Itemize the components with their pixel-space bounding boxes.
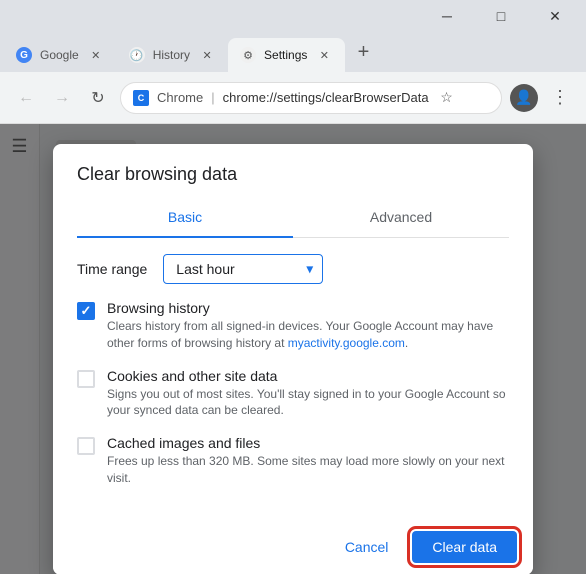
url-path: chrome://settings/clearBrowserData — [223, 90, 429, 105]
tab-history-label: History — [153, 48, 190, 62]
cookies-checkbox-wrapper — [77, 370, 95, 388]
cookies-title: Cookies and other site data — [107, 368, 509, 384]
url-brand: Chrome — [157, 90, 203, 105]
new-tab-button[interactable]: + — [349, 38, 377, 66]
title-bar: ─ □ ✕ — [0, 0, 586, 32]
minimize-button[interactable]: ─ — [424, 0, 470, 32]
forward-button[interactable]: → — [48, 84, 76, 112]
time-range-select-wrapper: Last hour Last 24 hours Last 7 days Last… — [163, 254, 323, 284]
dialog-body: Time range Last hour Last 24 hours Last … — [53, 238, 533, 519]
tab-google[interactable]: G Google ✕ — [4, 38, 117, 72]
back-button[interactable]: ← — [12, 84, 40, 112]
history-favicon: 🕐 — [129, 47, 145, 63]
url-bar[interactable]: C Chrome | chrome://settings/clearBrowse… — [120, 82, 502, 114]
myactivity-link[interactable]: myactivity.google.com — [288, 336, 405, 350]
tab-settings[interactable]: ⚙ Settings ✕ — [228, 38, 345, 72]
cookies-checkbox[interactable] — [77, 370, 95, 388]
google-favicon: G — [16, 47, 32, 63]
url-favicon: C — [133, 90, 149, 106]
cached-checkbox[interactable] — [77, 437, 95, 455]
dialog-header: Clear browsing data Basic Advanced — [53, 144, 533, 238]
chrome-menu-button[interactable]: ⋮ — [546, 84, 574, 112]
tab-history[interactable]: 🕐 History ✕ — [117, 38, 228, 72]
dialog-tabs: Basic Advanced — [77, 197, 509, 238]
cached-title: Cached images and files — [107, 435, 509, 451]
option-browsing-history: Browsing history Clears history from all… — [77, 300, 509, 352]
page-content: ☰ Clear browsing data Basic Advanced Tim… — [0, 124, 586, 574]
tab-google-close[interactable]: ✕ — [87, 46, 105, 64]
dialog-title: Clear browsing data — [77, 164, 509, 185]
clear-data-button[interactable]: Clear data — [412, 531, 517, 563]
cached-checkbox-wrapper — [77, 437, 95, 455]
tab-history-close[interactable]: ✕ — [198, 46, 216, 64]
tab-bar: G Google ✕ 🕐 History ✕ ⚙ Settings ✕ + — [0, 32, 586, 72]
url-separator: | — [211, 90, 214, 105]
tab-settings-close[interactable]: ✕ — [315, 46, 333, 64]
close-button[interactable]: ✕ — [532, 0, 578, 32]
settings-favicon: ⚙ — [240, 47, 256, 63]
profile-button[interactable]: 👤 — [510, 84, 538, 112]
cached-text: Cached images and files Frees up less th… — [107, 435, 509, 487]
refresh-button[interactable]: ↻ — [84, 84, 112, 112]
cookies-desc: Signs you out of most sites. You'll stay… — [107, 386, 509, 420]
cookies-text: Cookies and other site data Signs you ou… — [107, 368, 509, 420]
tab-basic[interactable]: Basic — [77, 197, 293, 237]
time-range-label: Time range — [77, 261, 147, 277]
browsing-history-title: Browsing history — [107, 300, 509, 316]
time-range-row: Time range Last hour Last 24 hours Last … — [77, 254, 509, 284]
browsing-history-desc: Clears history from all signed-in device… — [107, 318, 509, 352]
browsing-history-checkbox[interactable] — [77, 302, 95, 320]
modal-overlay: Clear browsing data Basic Advanced Time … — [0, 124, 586, 574]
option-cached: Cached images and files Frees up less th… — [77, 435, 509, 487]
cancel-button[interactable]: Cancel — [329, 531, 405, 563]
tab-advanced[interactable]: Advanced — [293, 197, 509, 237]
time-range-select[interactable]: Last hour Last 24 hours Last 7 days Last… — [163, 254, 323, 284]
option-cookies: Cookies and other site data Signs you ou… — [77, 368, 509, 420]
maximize-button[interactable]: □ — [478, 0, 524, 32]
bookmark-icon[interactable]: ☆ — [437, 88, 457, 108]
browsing-history-checkbox-wrapper — [77, 302, 95, 320]
cached-desc: Frees up less than 320 MB. Some sites ma… — [107, 453, 509, 487]
tab-google-label: Google — [40, 48, 79, 62]
dialog-footer: Cancel Clear data — [53, 519, 533, 574]
clear-browsing-dialog: Clear browsing data Basic Advanced Time … — [53, 144, 533, 574]
browsing-history-text: Browsing history Clears history from all… — [107, 300, 509, 352]
tab-settings-label: Settings — [264, 48, 307, 62]
address-bar: ← → ↻ C Chrome | chrome://settings/clear… — [0, 72, 586, 124]
